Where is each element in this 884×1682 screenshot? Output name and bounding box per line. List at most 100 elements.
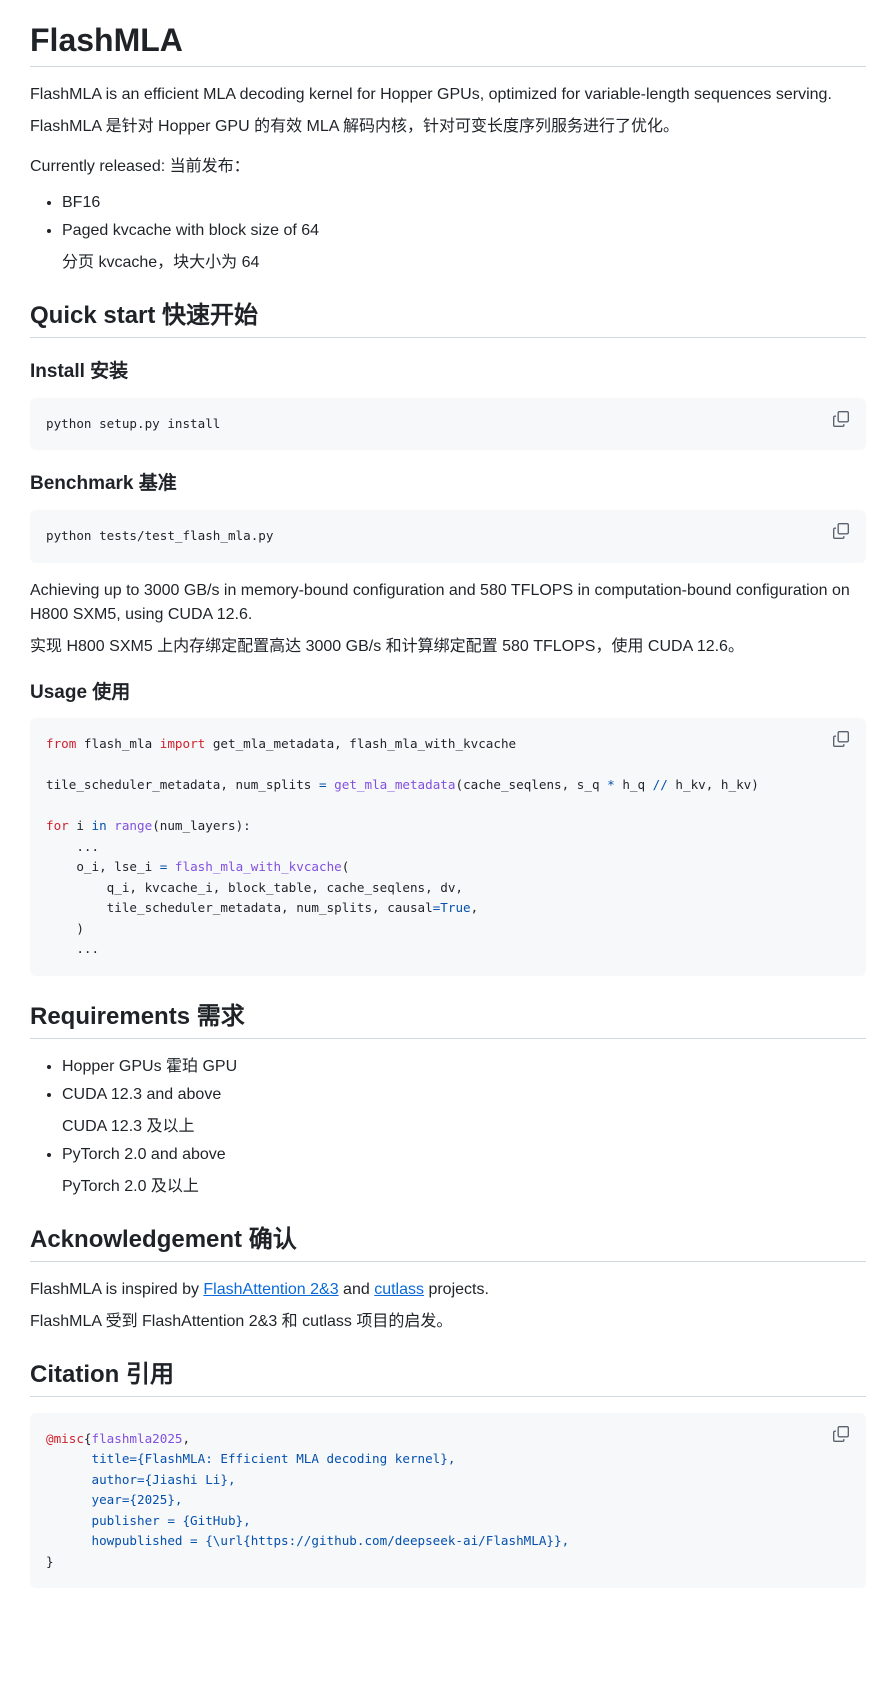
code-token: ...	[46, 941, 100, 957]
code-line: o_i, lse_i = flash_mla_with_kvcache(	[46, 857, 850, 878]
list-item-text: CUDA 12.3 and above	[62, 1085, 222, 1103]
code-block-install: python setup.py install	[30, 397, 866, 451]
code-token: flash_mla_with_kvcache	[174, 859, 342, 875]
benchmark-text-en: Achieving up to 3000 GB/s in memory-boun…	[30, 581, 850, 623]
released-label: Currently released: 当前发布：	[30, 158, 250, 175]
code-token: True	[440, 900, 471, 916]
list-item: Paged kvcache with block size of 64 分页 kv…	[62, 219, 866, 275]
requirements-list: Hopper GPUs 霍珀 GPU CUDA 12.3 and aboveCU…	[30, 1055, 866, 1199]
code-token: o_i, lse_i	[46, 859, 160, 875]
code-token: flashmla2025	[91, 1430, 183, 1446]
code-token: }	[46, 1553, 54, 1569]
list-item-text: Paged kvcache with block size of 64	[62, 222, 320, 239]
code-token: year={2025},	[46, 1492, 183, 1508]
code-token: tile_scheduler_metadata, num_splits	[46, 777, 319, 793]
code-token: from	[46, 736, 77, 752]
code-line: author={Jiashi Li},	[46, 1470, 850, 1491]
page-title: FlashMLA	[30, 20, 866, 67]
ack-text: and	[338, 1280, 375, 1298]
list-item-translation: PyTorch 2.0 及以上	[62, 1177, 199, 1195]
code-token: (num_layers):	[152, 818, 251, 834]
code-block-usage: from flash_mla import get_mla_metadata, …	[30, 718, 866, 976]
code-line: howpublished = {\url{https://github.com/…	[46, 1531, 850, 1552]
code-line: tile_scheduler_metadata, num_splits = ge…	[46, 775, 850, 796]
code-token: =	[318, 777, 327, 793]
code-token: howpublished = {\url{https://github.com/…	[46, 1533, 570, 1549]
code-line: tile_scheduler_metadata, num_splits, cau…	[46, 898, 850, 919]
code-line: for i in range(num_layers):	[46, 816, 850, 837]
list-item-text: Hopper GPUs 霍珀 GPU	[62, 1057, 238, 1075]
list-item: PyTorch 2.0 and above PyTorch 2.0 及以上	[62, 1143, 866, 1199]
code-line: title={FlashMLA: Efficient MLA decoding …	[46, 1449, 850, 1470]
code-token: in	[91, 818, 107, 834]
code-line: }	[46, 1552, 850, 1573]
copy-icon[interactable]	[832, 1425, 850, 1443]
code-token: python tests/test_flash_mla.py	[46, 528, 274, 543]
code-token: tile_scheduler_metadata, num_splits, cau…	[46, 900, 433, 916]
code-line: )	[46, 919, 850, 940]
code-token: flash_mla	[76, 736, 160, 752]
list-item: CUDA 12.3 and above CUDA 12.3 及以上	[62, 1083, 866, 1139]
ack-text: projects.	[424, 1280, 489, 1298]
heading-install: Install 安装	[30, 361, 129, 382]
code-line: python setup.py install	[46, 414, 850, 435]
heading-acknowledgement: Acknowledgement 确认	[30, 1225, 866, 1262]
heading-quick-start: Quick start 快速开始	[30, 301, 866, 338]
code-block-citation: @misc{flashmla2025, title={FlashMLA: Eff…	[30, 1412, 866, 1589]
heading-citation: Citation 引用	[30, 1360, 866, 1397]
code-line: year={2025},	[46, 1490, 850, 1511]
code-line: python tests/test_flash_mla.py	[46, 526, 850, 547]
readme: FlashMLA FlashMLA is an efficient MLA de…	[0, 20, 884, 1589]
list-item-translation: CUDA 12.3 及以上	[62, 1117, 195, 1135]
code-token: author={Jiashi Li},	[46, 1471, 236, 1487]
code-token: (cache_seqlens, s_q	[455, 777, 608, 793]
code-line: ...	[46, 939, 850, 960]
copy-icon[interactable]	[832, 522, 850, 540]
code-line: @misc{flashmla2025,	[46, 1429, 850, 1450]
code-line: from flash_mla import get_mla_metadata, …	[46, 734, 850, 755]
code-token: q_i, kvcache_i, block_table, cache_seqle…	[46, 879, 464, 895]
intro-en: FlashMLA is an efficient MLA decoding ke…	[30, 86, 832, 103]
code-token: h_kv, h_kv)	[667, 777, 759, 793]
code-token: title={FlashMLA: Efficient MLA decoding …	[46, 1451, 456, 1467]
code-token: (	[341, 859, 350, 875]
code-token: publisher = {GitHub},	[46, 1512, 251, 1528]
code-token: i	[68, 818, 92, 834]
code-token: get_mla_metadata, flash_mla_with_kvcache	[205, 736, 517, 752]
ack-text: FlashMLA is inspired by	[30, 1280, 204, 1298]
code-token: {	[83, 1430, 92, 1446]
intro-zh: FlashMLA 是针对 Hopper GPU 的有效 MLA 解码内核，针对可…	[30, 118, 679, 135]
flashattention-link[interactable]: FlashAttention 2&3	[203, 1281, 338, 1298]
list-item-text: BF16	[62, 194, 101, 211]
code-token: range	[114, 818, 153, 834]
copy-icon[interactable]	[832, 410, 850, 428]
heading-requirements: Requirements 需求	[30, 1002, 866, 1039]
list-item-translation: 分页 kvcache，块大小为 64	[62, 254, 260, 271]
code-token: ,	[470, 900, 479, 916]
code-token: get_mla_metadata	[334, 777, 456, 793]
code-token: *	[607, 777, 615, 793]
copy-icon[interactable]	[832, 730, 850, 748]
released-list: BF16 Paged kvcache with block size of 64…	[30, 191, 866, 275]
list-item: Hopper GPUs 霍珀 GPU	[62, 1055, 866, 1079]
code-line: q_i, kvcache_i, block_table, cache_seqle…	[46, 878, 850, 899]
list-item-text: PyTorch 2.0 and above	[62, 1145, 226, 1163]
code-token: h_q	[614, 777, 653, 793]
list-item: BF16	[62, 191, 866, 215]
code-token: //	[652, 777, 668, 793]
code-token: ,	[182, 1430, 191, 1446]
ack-text-en: FlashMLA is inspired by FlashAttention 2…	[30, 1278, 866, 1302]
cutlass-link[interactable]: cutlass	[374, 1281, 424, 1298]
code-token: )	[46, 920, 84, 936]
code-token: @misc	[46, 1430, 84, 1446]
code-token: import	[159, 736, 206, 752]
code-line: ...	[46, 837, 850, 858]
ack-text-zh: FlashMLA 受到 FlashAttention 2&3 和 cutlass…	[30, 1312, 453, 1330]
code-block-benchmark: python tests/test_flash_mla.py	[30, 510, 866, 563]
code-line: publisher = {GitHub},	[46, 1511, 850, 1532]
code-token: python setup.py install	[46, 415, 221, 431]
heading-benchmark: Benchmark 基准	[30, 473, 177, 495]
